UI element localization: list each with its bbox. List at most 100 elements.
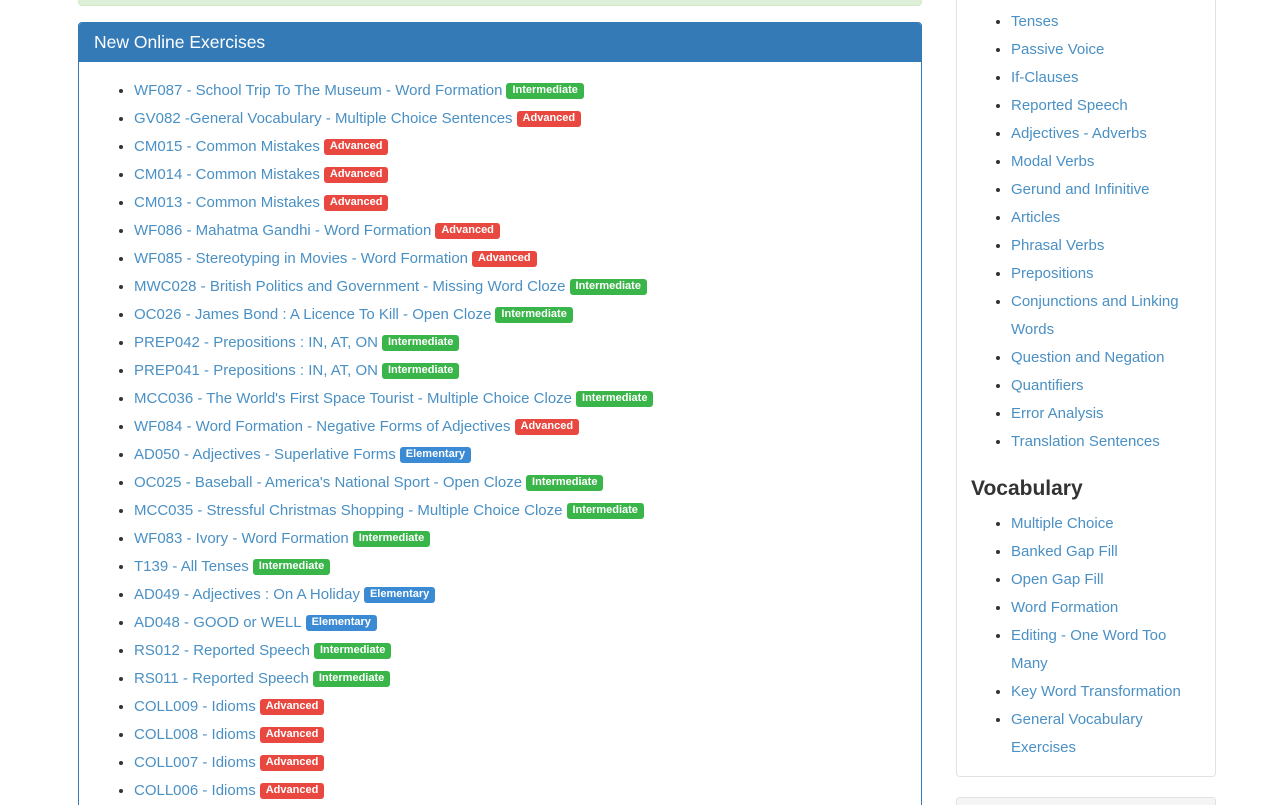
sidebar-vocabulary-link[interactable]: Open Gap Fill — [1011, 571, 1104, 588]
exercise-list-item: COLL007 - IdiomsAdvanced — [134, 749, 906, 777]
exercise-link[interactable]: PREP042 - Prepositions : IN, AT, ON — [134, 334, 378, 351]
exercise-list: WF087 - School Trip To The Museum - Word… — [94, 77, 906, 805]
level-badge: Advanced — [324, 195, 389, 211]
exercise-link[interactable]: MCC035 - Stressful Christmas Shopping - … — [134, 502, 563, 519]
exercise-list-item: WF087 - School Trip To The Museum - Word… — [134, 77, 906, 105]
sidebar-grammar-link[interactable]: Articles — [1011, 209, 1060, 226]
exercise-link[interactable]: WF086 - Mahatma Gandhi - Word Formation — [134, 222, 431, 239]
exercise-list-item: MWC028 - British Politics and Government… — [134, 273, 906, 301]
exercise-link[interactable]: AD048 - GOOD or WELL — [134, 614, 302, 631]
sidebar-grammar-link[interactable]: Question and Negation — [1011, 349, 1164, 366]
exercise-link[interactable]: COLL009 - Idioms — [134, 698, 256, 715]
sidebar-grammar-link[interactable]: Error Analysis — [1011, 405, 1104, 422]
level-badge: Advanced — [260, 783, 325, 799]
exercise-link[interactable]: PREP041 - Prepositions : IN, AT, ON — [134, 362, 378, 379]
exercise-link[interactable]: WF084 - Word Formation - Negative Forms … — [134, 418, 511, 435]
level-badge: Advanced — [435, 223, 500, 239]
sidebar-grammar-link[interactable]: Reported Speech — [1011, 97, 1128, 114]
list-item: Gerund and Infinitive — [1011, 176, 1201, 204]
sidebar-vocabulary-link[interactable]: Editing - One Word Too Many — [1011, 627, 1166, 672]
sidebar-grammar-link[interactable]: Translation Sentences — [1011, 433, 1160, 450]
exercise-link[interactable]: AD050 - Adjectives - Superlative Forms — [134, 446, 396, 463]
exercise-link[interactable]: WF087 - School Trip To The Museum - Word… — [134, 82, 502, 99]
exercise-list-item: WF084 - Word Formation - Negative Forms … — [134, 413, 906, 441]
exercise-list-item: COLL006 - IdiomsAdvanced — [134, 777, 906, 805]
new-online-exercises-panel: New Online Exercises WF087 - School Trip… — [78, 22, 922, 805]
level-badge: Advanced — [515, 419, 580, 435]
exercise-link[interactable]: CM013 - Common Mistakes — [134, 194, 320, 211]
level-badge: Intermediate — [567, 503, 644, 519]
grammar-link-list: Tenses Passive Voice If-Clauses Reported Sp… — [971, 8, 1201, 456]
level-badge: Intermediate — [253, 559, 330, 575]
level-badge: Intermediate — [382, 363, 459, 379]
list-item: Editing - One Word Too Many — [1011, 622, 1201, 678]
level-badge: Advanced — [260, 755, 325, 771]
categories-panel-body: Grammar TensesPassive VoiceIf-ClausesRep… — [957, 0, 1215, 776]
sidebar-vocabulary-link[interactable]: Banked Gap Fill — [1011, 543, 1118, 560]
exercise-list-item: AD049 - Adjectives : On A HolidayElement… — [134, 581, 906, 609]
exercise-link[interactable]: COLL007 - Idioms — [134, 754, 256, 771]
exercise-list-item: WF085 - Stereotyping in Movies - Word Fo… — [134, 245, 906, 273]
exercise-list-item: MCC035 - Stressful Christmas Shopping - … — [134, 497, 906, 525]
sidebar-grammar-link[interactable]: Conjunctions and Linking Words — [1011, 293, 1179, 338]
exercise-link[interactable]: WF083 - Ivory - Word Formation — [134, 530, 349, 547]
exercise-link[interactable]: OC026 - James Bond : A Licence To Kill -… — [134, 306, 491, 323]
list-item: Adjectives - Adverbs — [1011, 120, 1201, 148]
exercise-link[interactable]: MWC028 - British Politics and Government… — [134, 278, 566, 295]
exercise-list-item: RS011 - Reported SpeechIntermediate — [134, 665, 906, 693]
exercise-link[interactable]: T139 - All Tenses — [134, 558, 249, 575]
exercise-link[interactable]: RS011 - Reported Speech — [134, 670, 309, 687]
exercise-link[interactable]: AD049 - Adjectives : On A Holiday — [134, 586, 360, 603]
level-badge: Intermediate — [313, 671, 390, 687]
list-item: Translation Sentences — [1011, 428, 1201, 456]
level-badge: Intermediate — [382, 335, 459, 351]
list-item: If-Clauses — [1011, 64, 1201, 92]
page-root: New Online Exercises WF087 - School Trip… — [0, 0, 1268, 805]
exercise-list-item: GV082 -General Vocabulary - Multiple Cho… — [134, 105, 906, 133]
exercise-link[interactable]: RS012 - Reported Speech — [134, 642, 310, 659]
sidebar-grammar-link[interactable]: Adjectives - Adverbs — [1011, 125, 1147, 142]
list-item: Articles — [1011, 204, 1201, 232]
exercise-link[interactable]: GV082 -General Vocabulary - Multiple Cho… — [134, 110, 513, 127]
exercise-list-item: OC025 - Baseball - America's National Sp… — [134, 469, 906, 497]
exercise-link[interactable]: OC025 - Baseball - America's National Sp… — [134, 474, 522, 491]
exercise-list-item: COLL008 - IdiomsAdvanced — [134, 721, 906, 749]
level-badge: Intermediate — [526, 475, 603, 491]
level-badge: Elementary — [306, 615, 377, 631]
list-item: Error Analysis — [1011, 400, 1201, 428]
list-item: Question and Negation — [1011, 344, 1201, 372]
level-badge: Elementary — [400, 447, 471, 463]
exercise-link[interactable]: COLL006 - Idioms — [134, 782, 256, 799]
sidebar-grammar-link[interactable]: Tenses — [1011, 13, 1059, 30]
level-badge: Advanced — [324, 167, 389, 183]
exercise-list-item: CM015 - Common MistakesAdvanced — [134, 133, 906, 161]
exercise-list-item: MCC036 - The World's First Space Tourist… — [134, 385, 906, 413]
sidebar-vocabulary-link[interactable]: Word Formation — [1011, 599, 1118, 616]
exercise-list-item: COLL009 - IdiomsAdvanced — [134, 693, 906, 721]
sidebar-grammar-link[interactable]: Passive Voice — [1011, 41, 1104, 58]
sidebar-grammar-link[interactable]: Modal Verbs — [1011, 153, 1094, 170]
exercise-list-item: T139 - All TensesIntermediate — [134, 553, 906, 581]
sidebar-vocabulary-link[interactable]: Multiple Choice — [1011, 515, 1114, 532]
exercise-link[interactable]: COLL008 - Idioms — [134, 726, 256, 743]
sidebar-grammar-link[interactable]: If-Clauses — [1011, 69, 1079, 86]
exercise-link[interactable]: CM014 - Common Mistakes — [134, 166, 320, 183]
sidebar-grammar-link[interactable]: Gerund and Infinitive — [1011, 181, 1149, 198]
exercise-list-item: CM014 - Common MistakesAdvanced — [134, 161, 906, 189]
exercise-list-item: PREP041 - Prepositions : IN, AT, ONInter… — [134, 357, 906, 385]
panel-header: New Online Exercises — [79, 23, 921, 62]
list-item: Tenses — [1011, 8, 1201, 36]
exercise-link[interactable]: WF085 - Stereotyping in Movies - Word Fo… — [134, 250, 468, 267]
sidebar-vocabulary-link[interactable]: General Vocabulary Exercises — [1011, 711, 1143, 756]
level-badge: Elementary — [364, 587, 435, 603]
list-item: Word Formation — [1011, 594, 1201, 622]
sidebar-vocabulary-link[interactable]: Key Word Transformation — [1011, 683, 1181, 700]
sidebar-grammar-link[interactable]: Quantifiers — [1011, 377, 1084, 394]
list-item: Phrasal Verbs — [1011, 232, 1201, 260]
level-badge: Intermediate — [506, 83, 583, 99]
exercise-link[interactable]: CM015 - Common Mistakes — [134, 138, 320, 155]
sidebar-grammar-link[interactable]: Prepositions — [1011, 265, 1094, 282]
sidebar-grammar-link[interactable]: Phrasal Verbs — [1011, 237, 1104, 254]
exercise-link[interactable]: MCC036 - The World's First Space Tourist… — [134, 390, 572, 407]
list-item: Banked Gap Fill — [1011, 538, 1201, 566]
